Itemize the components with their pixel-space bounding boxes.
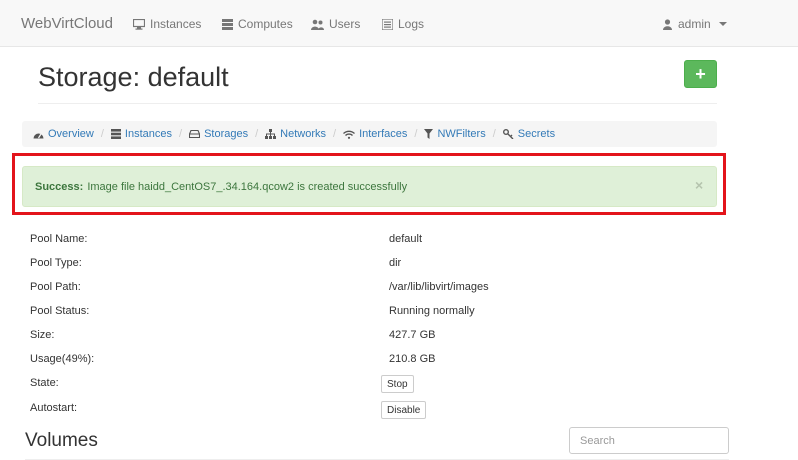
breadcrumb: Overview / Instances / Storages / Networ…: [22, 121, 717, 147]
pool-path-value: /var/lib/libvirt/images: [389, 281, 489, 293]
brand-link[interactable]: WebVirtCloud: [21, 15, 113, 32]
users-icon: [311, 19, 324, 30]
breadcrumb-networks-label: Networks: [280, 128, 326, 140]
breadcrumb-nwfilters[interactable]: NWFilters: [424, 128, 486, 140]
pool-status-label: Pool Status:: [30, 305, 90, 317]
hdd-icon: [189, 130, 201, 138]
usage-label: Usage(49%):: [30, 353, 95, 365]
pool-type-value: dir: [389, 257, 402, 269]
state-label: State:: [30, 377, 59, 389]
pool-name-label: Pool Name:: [30, 233, 88, 245]
breadcrumb-separator: /: [492, 128, 496, 140]
nav-logs-label: Logs: [398, 17, 425, 31]
breadcrumb-interfaces[interactable]: Interfaces: [343, 128, 407, 140]
usage-value: 210.8 GB: [389, 353, 436, 365]
search-input[interactable]: [569, 427, 729, 454]
breadcrumb-interfaces-label: Interfaces: [359, 128, 408, 140]
breadcrumb-overview[interactable]: Overview: [33, 128, 94, 140]
breadcrumb-instances-label: Instances: [124, 128, 172, 140]
server-icon: [110, 129, 121, 139]
user-menu-label: admin: [678, 17, 711, 31]
breadcrumb-separator: /: [100, 128, 104, 140]
volumes-heading: Volumes: [25, 430, 98, 451]
breadcrumb-secrets-label: Secrets: [517, 128, 556, 140]
breadcrumb-storages-label: Storages: [204, 128, 249, 140]
size-value: 427.7 GB: [389, 329, 436, 341]
list-icon: [382, 18, 393, 30]
server-icon: [222, 18, 233, 30]
pool-path-label: Pool Path:: [30, 281, 81, 293]
wifi-icon: [343, 130, 356, 139]
close-icon[interactable]: ×: [695, 177, 703, 193]
breadcrumb-separator: /: [414, 128, 418, 140]
sitemap-icon: [265, 129, 277, 139]
top-navbar: WebVirtCloud Instances Computes Users Lo…: [0, 0, 798, 47]
stop-button[interactable]: Stop: [381, 375, 414, 393]
user-menu[interactable]: admin: [663, 17, 727, 31]
alert-strong-label: Success:: [35, 180, 84, 193]
alert-message: Image file haidd_CentOS7_.34.164.qcow2 i…: [87, 180, 408, 193]
nav-computes[interactable]: Computes: [222, 17, 293, 31]
breadcrumb-separator: /: [179, 128, 183, 140]
key-icon: [502, 129, 514, 139]
pool-type-label: Pool Type:: [30, 257, 82, 269]
nav-instances-label: Instances: [150, 17, 202, 31]
breadcrumb-separator: /: [255, 128, 259, 140]
breadcrumb-separator: /: [333, 128, 337, 140]
breadcrumb-overview-label: Overview: [48, 128, 94, 140]
page-title: Storage: default: [38, 62, 229, 92]
nav-logs[interactable]: Logs: [382, 17, 424, 31]
user-icon: [663, 18, 672, 30]
breadcrumb-secrets[interactable]: Secrets: [502, 128, 556, 140]
size-label: Size:: [30, 329, 55, 341]
header-divider: [38, 103, 717, 104]
nav-computes-label: Computes: [238, 17, 293, 31]
pool-status-value: Running normally: [389, 305, 475, 317]
breadcrumb-instances[interactable]: Instances: [110, 128, 172, 140]
nav-instances[interactable]: Instances: [133, 17, 201, 31]
success-alert: Success: Image file haidd_CentOS7_.34.16…: [22, 166, 717, 207]
caret-down-icon: [718, 22, 727, 26]
breadcrumb-networks[interactable]: Networks: [265, 128, 326, 140]
autostart-label: Autostart:: [30, 402, 78, 414]
breadcrumb-nwfilters-label: NWFilters: [437, 128, 486, 140]
monitor-icon: [133, 18, 145, 30]
add-volume-button[interactable]: +: [684, 60, 717, 88]
nav-users-label: Users: [329, 17, 361, 31]
dashboard-icon: [33, 133, 44, 138]
pool-name-value: default: [389, 233, 423, 245]
breadcrumb-storages[interactable]: Storages: [189, 128, 248, 140]
filter-icon: [424, 129, 434, 139]
nav-users[interactable]: Users: [311, 17, 360, 31]
disable-autostart-button[interactable]: Disable: [381, 401, 427, 419]
